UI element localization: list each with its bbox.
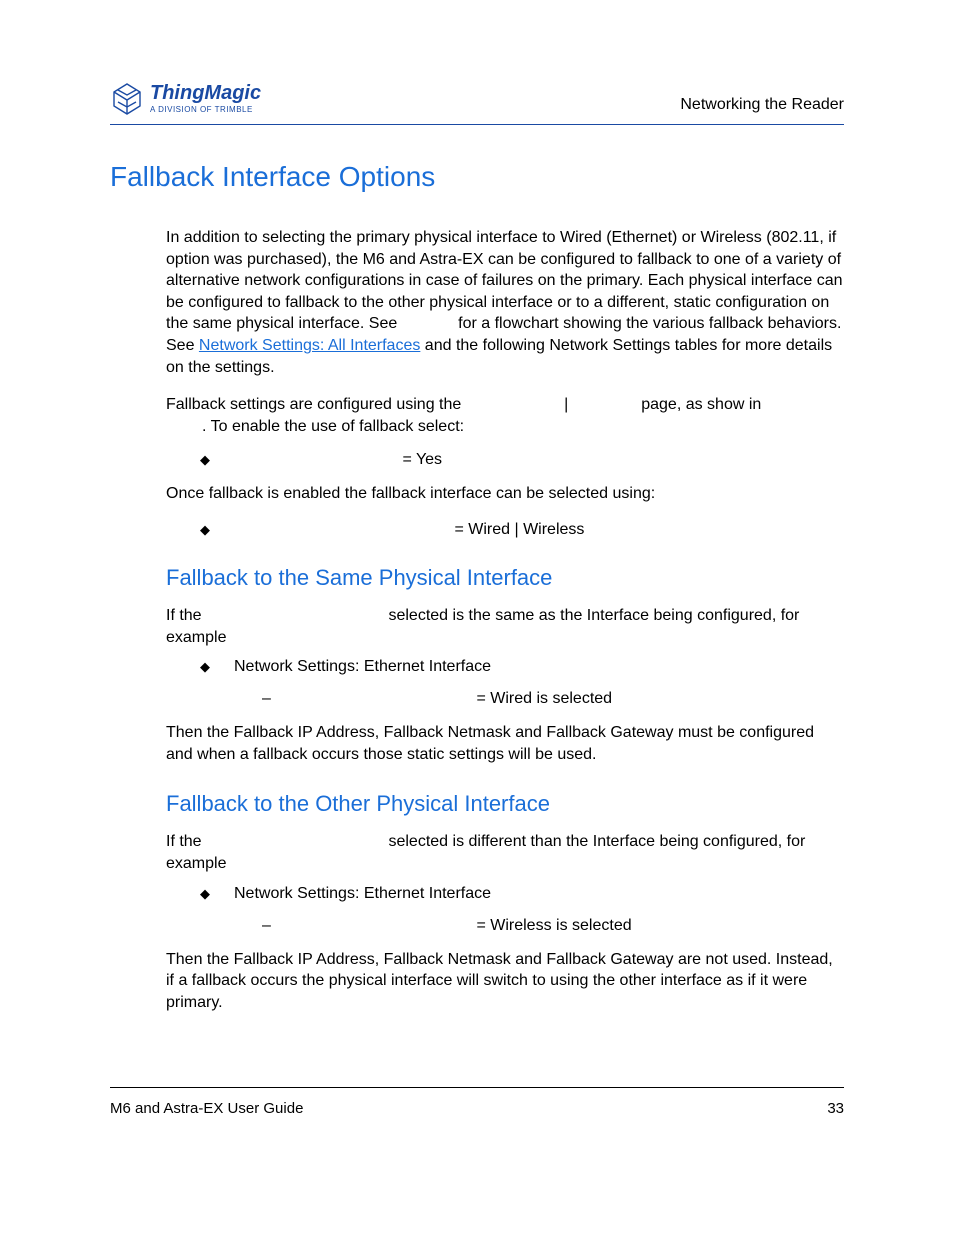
same-p1: If the selected is the same as the Inter… <box>166 605 844 648</box>
bullet-icon: ◆ <box>200 659 234 675</box>
footer-page-number: 33 <box>827 1100 844 1117</box>
bullet-same-netset: ◆ Network Settings: Ethernet Interface <box>200 658 844 676</box>
bullet-fallback-interface: ◆ = Wired | Wireless <box>200 521 844 539</box>
logo-brand-text: ThingMagic <box>150 82 261 105</box>
bullet-icon: ◆ <box>200 452 234 468</box>
same-p2: Then the Fallback IP Address, Fallback N… <box>166 722 844 765</box>
sub-bullet-other: – = Wireless is selected <box>262 917 844 935</box>
same-p1a: If the <box>166 607 206 624</box>
intro-2b: | <box>560 396 573 413</box>
heading-same-interface: Fallback to the Same Physical Interface <box>166 565 844 591</box>
footer-doc-title: M6 and Astra-EX User Guide <box>110 1100 303 1117</box>
bullet-other-text: Network Settings: Ethernet Interface <box>234 885 491 903</box>
header-section-title: Networking the Reader <box>680 96 844 118</box>
intro-2c: page, as show in <box>637 396 762 413</box>
heading-other-interface: Fallback to the Other Physical Interface <box>166 791 844 817</box>
dash-icon: – <box>262 917 296 935</box>
bullet-same-text: Network Settings: Ethernet Interface <box>234 658 491 676</box>
bullet-use-fallback: ◆ = Yes <box>200 451 844 469</box>
intro-2a: Fallback settings are configured using t… <box>166 396 466 413</box>
page-header: ThingMagic A DIVISION OF TRIMBLE Network… <box>110 78 844 125</box>
same-p1b: selected is the same as the Interface be… <box>166 607 799 646</box>
intro-paragraph-1: In addition to selecting the primary phy… <box>166 227 844 378</box>
link-network-settings-all-interfaces[interactable]: Network Settings: All Interfaces <box>199 337 420 354</box>
after-bullet-1: Once fallback is enabled the fallback in… <box>166 483 844 505</box>
other-p1: If the selected is different than the In… <box>166 831 844 874</box>
page-footer: M6 and Astra-EX User Guide 33 <box>110 1087 844 1117</box>
sub-bullet-same: – = Wired is selected <box>262 690 844 708</box>
logo-subtext: A DIVISION OF TRIMBLE <box>150 105 261 114</box>
sub-bullet-same-text: = Wired is selected <box>472 690 612 707</box>
other-p1a: If the <box>166 833 206 850</box>
other-p1b: selected is different than the Interface… <box>166 833 805 872</box>
sub-bullet-other-text: = Wireless is selected <box>472 917 632 934</box>
other-p2: Then the Fallback IP Address, Fallback N… <box>166 949 844 1014</box>
bullet-2-text: = Wired | Wireless <box>450 521 584 538</box>
dash-icon: – <box>262 690 296 708</box>
page-title: Fallback Interface Options <box>110 161 844 193</box>
logo: ThingMagic A DIVISION OF TRIMBLE <box>110 78 261 118</box>
intro-2d: . To enable the use of fallback select: <box>202 418 464 435</box>
intro-paragraph-2: Fallback settings are configured using t… <box>166 394 844 437</box>
bullet-other-netset: ◆ Network Settings: Ethernet Interface <box>200 885 844 903</box>
bullet-icon: ◆ <box>200 886 234 902</box>
bullet-1-text: = Yes <box>398 451 442 468</box>
logo-icon <box>110 78 144 118</box>
bullet-icon: ◆ <box>200 522 234 538</box>
